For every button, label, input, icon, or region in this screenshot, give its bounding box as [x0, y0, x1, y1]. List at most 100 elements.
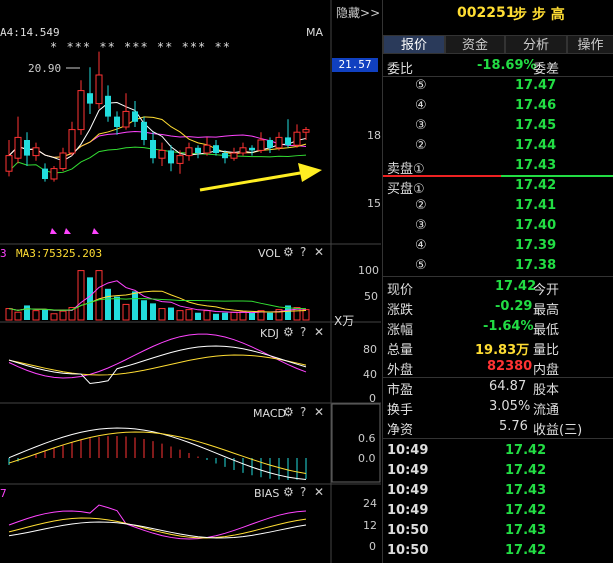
- candle-body: [32, 147, 40, 157]
- candle-body: [95, 74, 103, 105]
- fund-row: 净资 5.76 收益(三): [383, 417, 613, 438]
- tick-time: 10:49: [387, 483, 429, 498]
- ask-row[interactable]: ④ 17.46: [383, 96, 613, 116]
- vol-bar: [158, 308, 166, 321]
- signal-marker: [50, 228, 57, 234]
- ask-row[interactable]: 卖盘① 17.43: [383, 156, 613, 177]
- stat-value: 19.83万: [475, 343, 530, 358]
- bid-price: 17.39: [515, 238, 557, 253]
- ask-label: ⑤: [415, 78, 427, 93]
- candle-body: [195, 147, 201, 153]
- bid-row[interactable]: ④ 17.39: [383, 236, 613, 256]
- chart-canvas[interactable]: [0, 0, 381, 563]
- bid-row[interactable]: ③ 17.40: [383, 216, 613, 236]
- tick-row[interactable]: 10:49 17.43: [383, 481, 613, 501]
- vol-bar: [176, 310, 184, 321]
- stat-label: 涨幅: [387, 323, 414, 338]
- ma-tag: MA: [306, 26, 324, 39]
- ma-readout: A4:14.549: [0, 26, 60, 39]
- high-price-label: 20.90: [28, 62, 62, 75]
- tick-row[interactable]: 10:49 17.42: [383, 441, 613, 461]
- ask-row[interactable]: ⑤ 17.47: [383, 76, 613, 96]
- arrow-annotation-head: [298, 163, 322, 182]
- bid-label: ④: [415, 238, 427, 253]
- hide-button[interactable]: 隐藏>>: [336, 4, 380, 21]
- tick-row[interactable]: 10:50 17.43: [383, 521, 613, 541]
- macd-help-icon[interactable]: ?: [300, 405, 306, 419]
- tick-row[interactable]: 10:49 17.42: [383, 461, 613, 481]
- candle-body: [24, 140, 30, 156]
- tab-operation[interactable]: 操作: [567, 35, 613, 54]
- vol-bar: [185, 309, 193, 321]
- kdj-tick-40: 40: [363, 368, 377, 381]
- tick-row[interactable]: 10:50 17.42: [383, 541, 613, 561]
- stock-name: 步 步 高: [513, 7, 565, 23]
- tick-time: 10:49: [387, 463, 429, 478]
- bias-help-icon[interactable]: ?: [300, 485, 306, 499]
- vol-bar: [213, 313, 219, 320]
- vol-bar: [141, 300, 147, 320]
- bid-row[interactable]: ② 17.41: [383, 196, 613, 216]
- stat-value: 82380: [487, 359, 533, 374]
- ask-price: 17.43: [515, 158, 557, 173]
- kdj-settings-gear-icon[interactable]: ⚙: [283, 325, 294, 339]
- vol-bar: [132, 291, 138, 320]
- vol-bar: [195, 312, 201, 320]
- candle-body: [239, 147, 247, 154]
- vol-bar: [14, 311, 22, 321]
- vol-bar: [32, 310, 40, 321]
- stat-row: 涨幅 -1.64% 最低: [383, 317, 613, 338]
- ask-price: 17.44: [515, 138, 557, 153]
- bid-label: ⑤: [415, 258, 427, 273]
- bias-close-icon[interactable]: ✕: [314, 485, 324, 499]
- bias-settings-gear-icon[interactable]: ⚙: [283, 485, 294, 499]
- fund-right-label: 收益(三): [533, 423, 583, 438]
- hide-label: 隐藏: [336, 6, 361, 20]
- stat-value: -0.29: [495, 299, 533, 314]
- chart-area[interactable]: A4:14.549 MA * *** ** *** ** *** ** 20.9…: [0, 0, 381, 563]
- tab-analysis[interactable]: 分析: [505, 35, 567, 54]
- vol-settings-gear-icon[interactable]: ⚙: [283, 245, 294, 259]
- candle-body: [132, 111, 138, 122]
- tick-time: 10:50: [387, 523, 429, 538]
- macd-settings-gear-icon[interactable]: ⚙: [283, 405, 294, 419]
- tick-row[interactable]: 10:49 17.42: [383, 501, 613, 521]
- tab-funds[interactable]: 资金: [445, 35, 505, 54]
- tab-quote[interactable]: 报价: [383, 35, 445, 54]
- weicha-label: 委差: [533, 62, 560, 77]
- vol-bar: [87, 277, 93, 320]
- arrow-annotation-shaft: [199, 170, 307, 192]
- vol-close-icon[interactable]: ✕: [314, 245, 324, 259]
- stat-right-label: 量比: [533, 343, 560, 358]
- candle-body: [114, 116, 120, 127]
- vol-bar: [77, 270, 85, 321]
- candle-body: [68, 129, 76, 154]
- kdj-help-icon[interactable]: ?: [300, 325, 306, 339]
- signal-marker: [92, 228, 99, 234]
- macd-tick-0-6: 0.6: [358, 432, 376, 445]
- stat-label: 涨跌: [387, 303, 414, 318]
- candle-body: [158, 149, 166, 159]
- ask-row[interactable]: ③ 17.45: [383, 116, 613, 136]
- candle-body: [5, 155, 13, 172]
- vol-bar: [249, 312, 255, 320]
- candle-body: [87, 93, 93, 104]
- bid-row[interactable]: 买盘① 17.42: [383, 176, 613, 197]
- ask-row[interactable]: ② 17.44: [383, 136, 613, 156]
- fund-label: 净资: [387, 423, 414, 438]
- macd-tick-0-0: 0.0: [358, 452, 376, 465]
- ask-price: 17.46: [515, 98, 557, 113]
- candle-body: [14, 136, 22, 159]
- candle-body: [42, 168, 48, 179]
- ask-label: ②: [415, 138, 427, 153]
- bias3-line: [8, 521, 307, 539]
- candle-body: [249, 147, 255, 151]
- macd-close-icon[interactable]: ✕: [314, 405, 324, 419]
- fund-right-label: 流通: [533, 403, 560, 418]
- bid-row[interactable]: ⑤ 17.38: [383, 256, 613, 276]
- kdj-close-icon[interactable]: ✕: [314, 325, 324, 339]
- vol-help-icon[interactable]: ?: [300, 245, 306, 259]
- candle-body: [122, 110, 130, 128]
- bias-tick-12: 12: [363, 519, 377, 532]
- quote-panel: 002251 步 步 高 报价 资金 分析 操作 委比 -18.69% 委差 ⑤…: [382, 0, 613, 563]
